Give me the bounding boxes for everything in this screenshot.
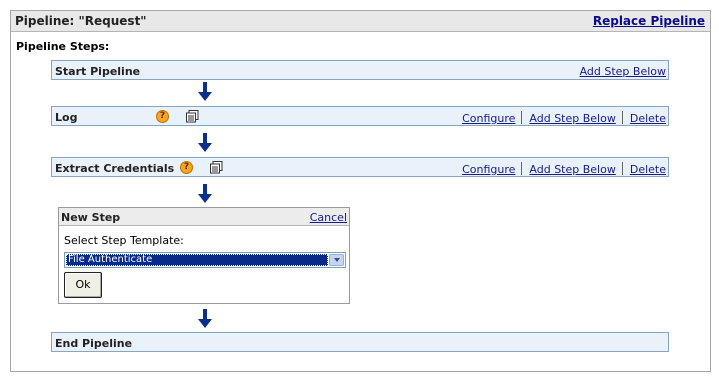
pipeline-panel: Pipeline: "Request" Replace Pipeline Pip…: [10, 10, 711, 372]
log-step-label: Log: [55, 111, 78, 124]
down-arrow-icon: [198, 82, 212, 101]
separator: [621, 162, 623, 175]
properties-icon[interactable]: [186, 110, 199, 123]
step-template-select[interactable]: File Authenticate: [64, 252, 346, 268]
down-arrow-icon: [198, 133, 212, 152]
chevron-down-icon[interactable]: [329, 254, 344, 266]
add-step-below-link[interactable]: Add Step Below: [580, 65, 666, 78]
select-step-template-label: Select Step Template:: [64, 234, 184, 247]
new-step-panel: New Step Cancel Select Step Template: Fi…: [58, 207, 350, 304]
delete-link[interactable]: Delete: [630, 163, 666, 176]
extract-credentials-step: Extract Credentials ? Configure Add Step …: [51, 157, 669, 177]
start-pipeline-step: Start Pipeline Add Step Below: [51, 60, 669, 80]
configure-link[interactable]: Configure: [462, 163, 515, 176]
selected-template-value: File Authenticate: [66, 254, 328, 266]
start-pipeline-label: Start Pipeline: [55, 65, 141, 78]
add-step-below-link[interactable]: Add Step Below: [529, 163, 615, 176]
add-step-below-link[interactable]: Add Step Below: [529, 112, 615, 125]
new-step-header: New Step Cancel: [59, 208, 349, 226]
end-pipeline-step: End Pipeline: [51, 332, 669, 352]
log-step: Log ? Configure Add Step Below Delete: [51, 106, 669, 126]
cancel-link[interactable]: Cancel: [310, 211, 347, 224]
separator: [521, 111, 523, 124]
down-arrow-icon: [198, 184, 212, 203]
replace-pipeline-link[interactable]: Replace Pipeline: [593, 14, 705, 28]
pipeline-steps-heading: Pipeline Steps:: [16, 40, 110, 53]
log-step-actions: Configure Add Step Below Delete: [462, 111, 666, 125]
down-arrow-icon: [198, 309, 212, 328]
end-pipeline-label: End Pipeline: [55, 337, 133, 350]
new-step-title: New Step: [61, 211, 121, 224]
start-pipeline-actions: Add Step Below: [580, 65, 666, 78]
pipeline-header: Pipeline: "Request" Replace Pipeline: [11, 11, 710, 32]
configure-link[interactable]: Configure: [462, 112, 515, 125]
extract-credentials-actions: Configure Add Step Below Delete: [462, 162, 666, 176]
pipeline-title: Pipeline: "Request": [15, 14, 147, 28]
help-icon[interactable]: ?: [180, 161, 193, 174]
help-icon[interactable]: ?: [156, 110, 169, 123]
separator: [521, 162, 523, 175]
properties-icon[interactable]: [210, 161, 223, 174]
delete-link[interactable]: Delete: [630, 112, 666, 125]
ok-button[interactable]: Ok: [64, 272, 102, 298]
extract-credentials-label: Extract Credentials: [55, 162, 175, 175]
separator: [621, 111, 623, 124]
